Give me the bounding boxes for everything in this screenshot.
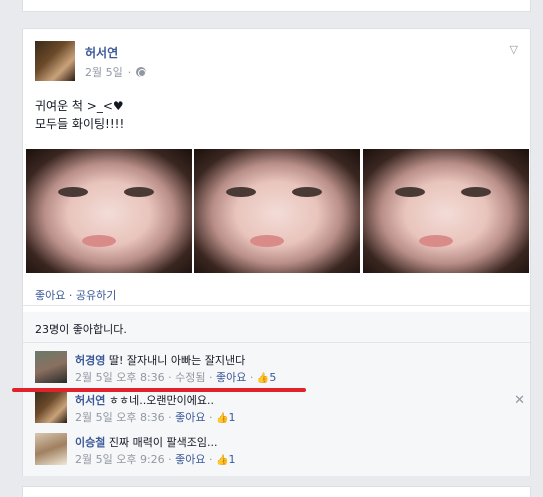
- commenter-name[interactable]: 허서연: [75, 394, 105, 407]
- comment-meta: 2월 5일 오후 8:36 · 좋아요 · 👍1: [75, 411, 236, 424]
- comment-time[interactable]: 2월 5일 오후 8:36: [75, 411, 165, 424]
- divider: [23, 305, 530, 306]
- chevron-down-icon[interactable]: ▽: [510, 43, 518, 56]
- photo-3[interactable]: [363, 149, 529, 273]
- commenter-avatar[interactable]: [35, 433, 67, 465]
- photo-1[interactable]: [26, 149, 192, 273]
- author-name[interactable]: 허서연: [85, 44, 118, 61]
- author-avatar[interactable]: [35, 41, 75, 81]
- comment-like-count[interactable]: 5: [269, 371, 276, 384]
- comment-text: ㅎㅎ네..오랜만이에요..: [108, 394, 214, 407]
- commenter-avatar[interactable]: [35, 351, 67, 383]
- post-date[interactable]: 2월 5일: [85, 64, 123, 80]
- previous-post-edge: [22, 0, 531, 12]
- comment-item: 허경영 딸! 잘자내니 아빠는 잘지낸다 2월 5일 오후 8:36 · 수정됨…: [35, 351, 525, 391]
- comment-item: 허서연 ㅎㅎ네..오랜만이에요.. 2월 5일 오후 8:36 · 좋아요 · …: [35, 391, 525, 431]
- comment-like-button[interactable]: 좋아요: [175, 411, 205, 424]
- next-post-edge: [22, 486, 531, 497]
- globe-icon[interactable]: [136, 67, 147, 77]
- post-actions[interactable]: 좋아요 · 공유하기: [35, 287, 116, 303]
- edited-label[interactable]: 수정됨: [175, 371, 205, 384]
- post-card: 허서연 2월 5일 · ▽ 귀여운 척 >_<♥ 모두들 화이팅!!!! 좋아요…: [22, 28, 531, 476]
- thumbs-up-icon: 👍: [216, 455, 229, 466]
- commenter-avatar[interactable]: [35, 391, 67, 423]
- comment-text: 진짜 매력이 팔색조임...: [108, 436, 218, 449]
- comment-text: 딸! 잘자내니 아빠는 잘지낸다: [108, 354, 246, 367]
- comment-meta: 2월 5일 오후 8:36 · 수정됨 · 좋아요 · 👍5: [75, 371, 277, 384]
- comment-item: 이승철 진짜 매력이 팔색조임... 2월 5일 오후 9:26 · 좋아요 ·…: [35, 433, 525, 473]
- photo-2[interactable]: [194, 149, 360, 273]
- likes-summary[interactable]: 23명이 좋아합니다.: [35, 321, 127, 337]
- thumbs-up-icon: 👍: [256, 373, 270, 384]
- comment-like-button[interactable]: 좋아요: [175, 453, 205, 466]
- highlight-underline: [12, 388, 306, 392]
- post-text-line-2: 모두들 화이팅!!!!: [35, 117, 125, 131]
- post-text: 귀여운 척 >_<♥ 모두들 화이팅!!!!: [35, 97, 124, 133]
- comment-time[interactable]: 2월 5일 오후 9:26: [75, 453, 165, 466]
- comment-like-button[interactable]: 좋아요: [216, 371, 246, 384]
- comment-like-count[interactable]: 1: [229, 411, 236, 424]
- comment-time[interactable]: 2월 5일 오후 8:36: [75, 371, 165, 384]
- comment-meta: 2월 5일 오후 9:26 · 좋아요 · 👍1: [75, 453, 236, 466]
- comment-like-count[interactable]: 1: [229, 453, 236, 466]
- thumbs-up-icon: 👍: [216, 413, 229, 424]
- close-icon[interactable]: ✕: [514, 393, 525, 408]
- post-meta: 2월 5일 ·: [85, 64, 147, 80]
- divider: [23, 342, 530, 343]
- commenter-name[interactable]: 허경영: [75, 354, 105, 367]
- post-text-line-1: 귀여운 척 >_<♥: [35, 99, 124, 113]
- commenter-name[interactable]: 이승철: [75, 436, 105, 449]
